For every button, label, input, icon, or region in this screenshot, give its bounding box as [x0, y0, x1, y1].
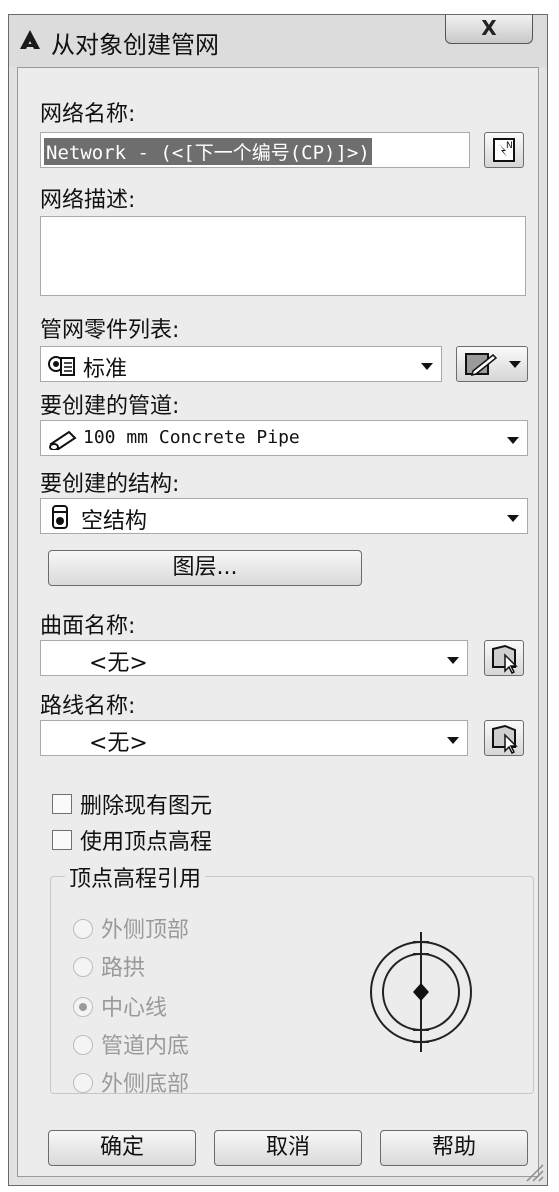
network-desc-label: 网络描述:	[40, 188, 136, 213]
vertex-elevation-group: 顶点高程引用 外侧顶部 路拱 中心线 管道内底 外侧底部	[50, 861, 534, 1097]
radio-invert[interactable]	[73, 1035, 93, 1055]
dialog-body: 网络名称: Network - (<[下一个编号(CP)]>) N 网络描述: …	[17, 67, 539, 1177]
name-template-button[interactable]: N	[484, 132, 524, 168]
autocad-logo-icon	[20, 30, 40, 49]
alignment-value: <无>	[89, 731, 148, 756]
network-name-input[interactable]: Network - (<[下一个编号(CP)]>)	[40, 132, 470, 168]
use-vertex-elevation-checkbox[interactable]	[52, 830, 72, 850]
pick-from-drawing-icon	[492, 724, 518, 755]
chevron-down-icon	[447, 657, 459, 664]
name-template-icon: N	[493, 138, 515, 162]
alignment-combo[interactable]: <无>	[40, 720, 468, 756]
network-name-label: 网络名称:	[40, 102, 136, 127]
close-button[interactable]: X	[445, 15, 533, 44]
parts-list-value: 标准	[83, 357, 128, 382]
create-network-dialog: 从对象创建管网 X 网络名称: Network - (<[下一个编号(CP)]>…	[8, 14, 548, 1186]
radio-crown-label: 路拱	[101, 956, 146, 981]
alignment-label: 路线名称:	[40, 694, 136, 719]
radio-outside-top[interactable]	[73, 919, 93, 939]
surface-label: 曲面名称:	[40, 614, 136, 639]
svg-text:N: N	[506, 141, 513, 151]
use-vertex-elevation-label: 使用顶点高程	[80, 830, 213, 855]
chevron-down-icon	[507, 437, 519, 444]
radio-outside-top-label: 外侧顶部	[101, 918, 190, 943]
chevron-down-icon	[507, 515, 519, 522]
chevron-down-icon	[509, 361, 521, 368]
chevron-down-icon	[421, 363, 433, 370]
parts-list-combo[interactable]: 标准	[40, 346, 442, 382]
cancel-button[interactable]: 取消	[214, 1130, 362, 1166]
radio-invert-label: 管道内底	[101, 1034, 190, 1059]
pipe-combo[interactable]: 100 mm Concrete Pipe	[40, 420, 528, 456]
parts-list-edit-button[interactable]	[456, 346, 528, 382]
structure-icon	[52, 505, 68, 529]
edit-pencil-icon	[465, 353, 498, 377]
radio-centerline-label: 中心线	[101, 996, 168, 1021]
structure-value: 空结构	[81, 509, 148, 534]
pick-from-drawing-icon	[492, 644, 518, 675]
delete-existing-checkbox[interactable]	[52, 794, 72, 814]
delete-existing-label: 删除现有图元	[80, 794, 213, 819]
resize-grip-icon[interactable]	[523, 1161, 545, 1183]
structure-label: 要创建的结构:	[40, 472, 180, 497]
surface-pick-button[interactable]	[484, 640, 524, 676]
pipe-icon	[49, 430, 77, 450]
network-name-value: Network - (<[下一个编号(CP)]>)	[44, 138, 372, 165]
pipe-section-diagram-icon	[370, 932, 472, 1052]
close-icon: X	[481, 16, 497, 40]
surface-value: <无>	[89, 651, 148, 676]
alignment-pick-button[interactable]	[484, 720, 524, 756]
chevron-down-icon	[447, 737, 459, 744]
layers-button[interactable]: 图层...	[48, 550, 362, 586]
radio-outside-bottom-label: 外侧底部	[101, 1072, 190, 1097]
structure-combo[interactable]: 空结构	[40, 498, 528, 534]
parts-list-label: 管网零件列表:	[40, 318, 180, 343]
network-desc-input[interactable]	[40, 216, 526, 296]
radio-centerline[interactable]	[73, 997, 93, 1017]
dialog-title: 从对象创建管网	[51, 31, 219, 59]
title-bar: 从对象创建管网 X	[9, 15, 547, 67]
radio-crown[interactable]	[73, 957, 93, 977]
radio-outside-bottom[interactable]	[73, 1073, 93, 1093]
parts-list-icon	[48, 356, 75, 376]
surface-combo[interactable]: <无>	[40, 640, 468, 676]
pipe-value: 100 mm Concrete Pipe	[83, 427, 300, 448]
pipe-label: 要创建的管道:	[40, 394, 180, 419]
vertex-elevation-group-title: 顶点高程引用	[65, 861, 206, 893]
ok-button[interactable]: 确定	[48, 1130, 196, 1166]
help-button[interactable]: 帮助	[380, 1130, 528, 1166]
